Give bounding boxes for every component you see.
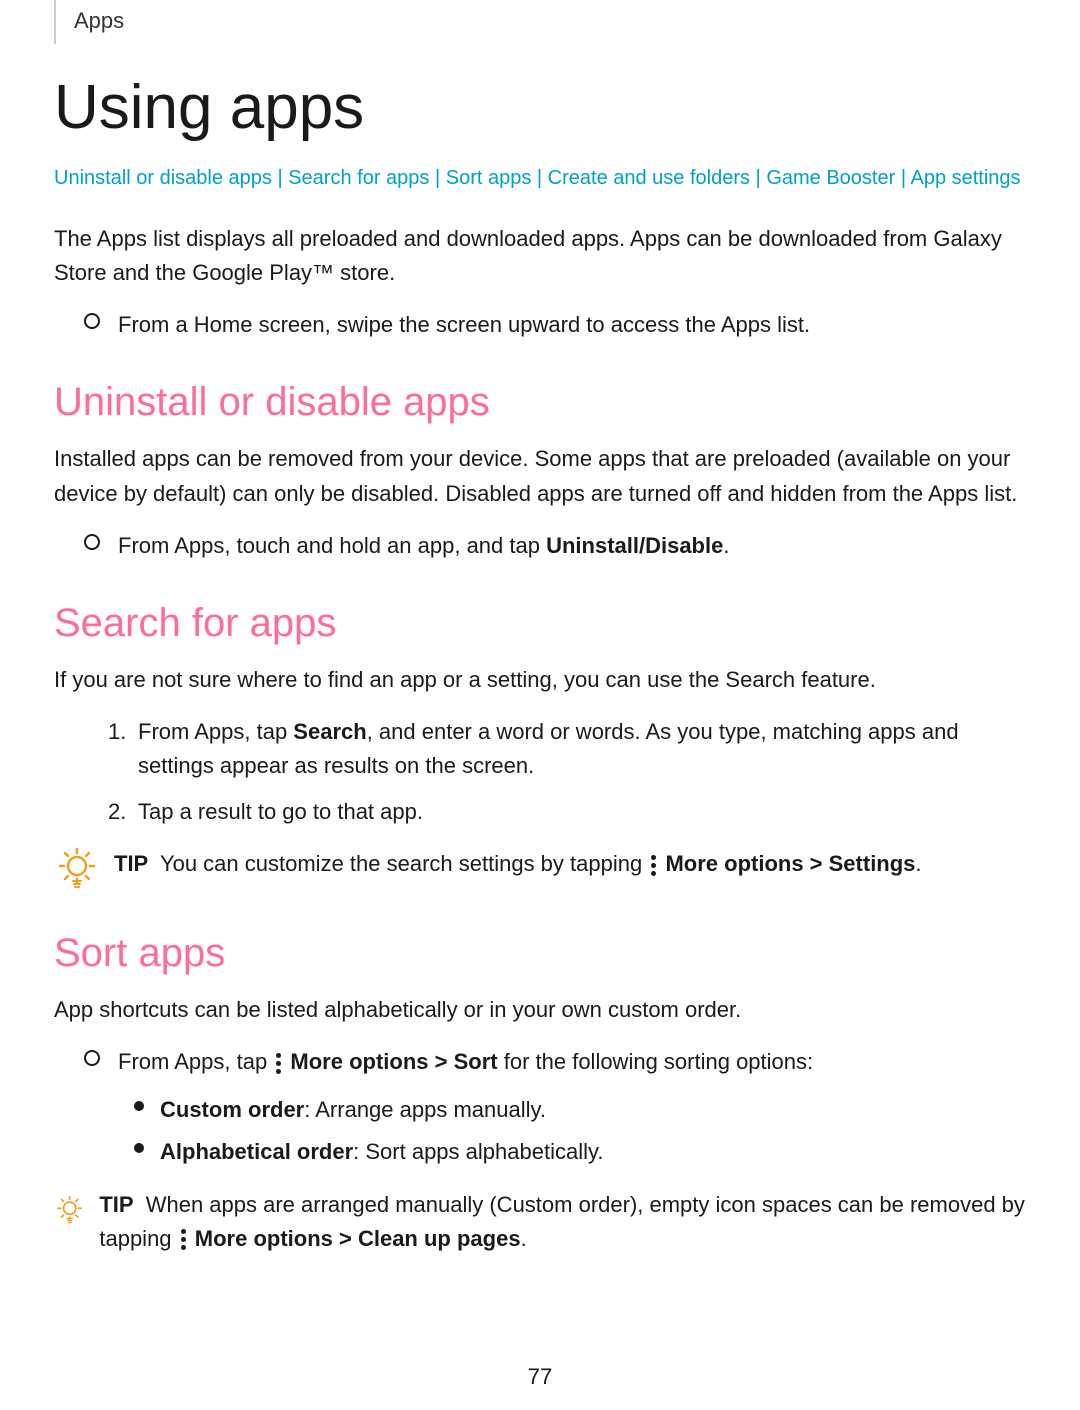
uninstall-bullet-item: From Apps, touch and hold an app, and ta… <box>84 529 1026 563</box>
sort-sub-bullet-custom: Custom order: Arrange apps manually. <box>134 1093 1026 1127</box>
bullet-circle-uninstall <box>84 534 100 550</box>
quick-link-uninstall[interactable]: Uninstall or disable apps <box>54 167 272 189</box>
main-content: Using apps Uninstall or disable apps | S… <box>0 44 1080 1334</box>
search-body-text: If you are not sure where to find an app… <box>54 663 1026 697</box>
quick-link-sort[interactable]: Sort apps <box>446 167 532 189</box>
quick-link-search[interactable]: Search for apps <box>288 167 429 189</box>
uninstall-body-text: Installed apps can be removed from your … <box>54 442 1026 510</box>
sort-alpha-bold: Alphabetical order <box>160 1139 353 1164</box>
sub-bullet-dot-1 <box>134 1101 144 1111</box>
search-tip-box: TIP You can customize the search setting… <box>54 847 1026 893</box>
page-container: Apps Using apps Uninstall or disable app… <box>0 0 1080 1410</box>
breadcrumb-label: Apps <box>74 8 124 33</box>
sort-tip-text: TIP When apps are arranged manually (Cus… <box>99 1188 1026 1256</box>
search-step-2: 2. Tap a result to go to that app. <box>108 795 1026 829</box>
uninstall-bullet-text: From Apps, touch and hold an app, and ta… <box>118 529 729 563</box>
sort-bold-options: More options > Sort <box>290 1049 497 1074</box>
search-tip-text: TIP You can customize the search setting… <box>114 847 922 881</box>
step-1-num: 1. <box>108 715 138 749</box>
search-bold: Search <box>293 719 366 744</box>
sort-custom-text: Custom order: Arrange apps manually. <box>160 1093 546 1127</box>
page-title: Using apps <box>54 74 1026 142</box>
separator-5: | <box>895 167 910 189</box>
intro-bullet-item: From a Home screen, swipe the screen upw… <box>84 308 1026 342</box>
sort-tip-bold: More options > Clean up pages <box>195 1226 521 1251</box>
quick-link-folders[interactable]: Create and use folders <box>548 167 750 189</box>
search-numbered-list: 1. From Apps, tap Search, and enter a wo… <box>108 715 1026 829</box>
page-footer: 77 <box>0 1334 1080 1410</box>
sort-tip-box: TIP When apps are arranged manually (Cus… <box>54 1188 1026 1256</box>
tip-lightbulb-icon-search <box>54 847 100 893</box>
section-heading-sort: Sort apps <box>54 929 1026 977</box>
step-2-text: Tap a result to go to that app. <box>138 795 423 829</box>
sort-tip-dots-icon <box>181 1229 186 1251</box>
separator-3: | <box>531 167 547 189</box>
section-heading-uninstall: Uninstall or disable apps <box>54 378 1026 426</box>
quick-link-gamebooster[interactable]: Game Booster <box>766 167 895 189</box>
step-2-num: 2. <box>108 795 138 829</box>
sort-alpha-text: Alphabetical order: Sort apps alphabetic… <box>160 1135 603 1169</box>
search-step-1: 1. From Apps, tap Search, and enter a wo… <box>108 715 1026 783</box>
sort-tip-label: TIP <box>99 1192 133 1217</box>
search-tip-label: TIP <box>114 851 148 876</box>
separator-4: | <box>750 167 766 189</box>
breadcrumb: Apps <box>54 0 1026 44</box>
quick-link-appsettings[interactable]: App settings <box>910 167 1020 189</box>
sort-sub-bullet-alpha: Alphabetical order: Sort apps alphabetic… <box>134 1135 1026 1169</box>
search-tip-dots-icon <box>651 854 656 876</box>
separator-1: | <box>272 167 288 189</box>
intro-text: The Apps list displays all preloaded and… <box>54 222 1026 290</box>
separator-2: | <box>429 167 445 189</box>
bullet-circle-icon <box>84 313 100 329</box>
sort-custom-bold: Custom order <box>160 1097 304 1122</box>
step-1-text: From Apps, tap Search, and enter a word … <box>138 715 1026 783</box>
sort-dots-icon <box>276 1052 281 1074</box>
search-tip-bold: More options > Settings <box>665 851 915 876</box>
page-number: 77 <box>528 1364 552 1389</box>
tip-lightbulb-icon-sort <box>54 1188 85 1234</box>
section-heading-search: Search for apps <box>54 599 1026 647</box>
sort-body-text: App shortcuts can be listed alphabetical… <box>54 993 1026 1027</box>
sub-bullet-dot-2 <box>134 1143 144 1153</box>
sort-bullet-item: From Apps, tap More options > Sort for t… <box>84 1045 1026 1079</box>
intro-bullet-text: From a Home screen, swipe the screen upw… <box>118 308 810 342</box>
bullet-circle-sort <box>84 1050 100 1066</box>
uninstall-bold-text: Uninstall/Disable <box>546 533 723 558</box>
sort-bullet-text: From Apps, tap More options > Sort for t… <box>118 1045 813 1079</box>
quick-links: Uninstall or disable apps | Search for a… <box>54 162 1026 194</box>
